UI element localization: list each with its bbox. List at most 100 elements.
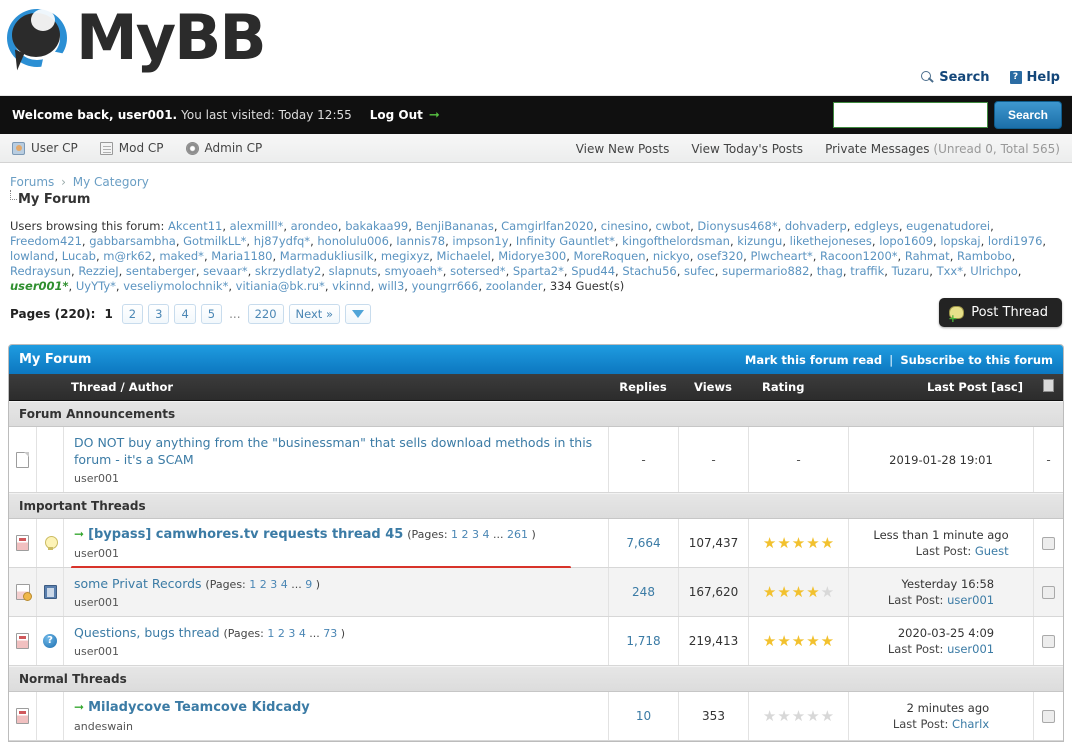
browsing-user[interactable]: Iannis78 <box>396 234 445 248</box>
subscribe-forum-link[interactable]: Subscribe to this forum <box>900 353 1053 367</box>
browsing-user[interactable]: Maria1180 <box>211 249 272 263</box>
last-post-author-link[interactable]: Charlx <box>952 717 989 731</box>
browsing-user[interactable]: GotmilkLL* <box>183 234 246 248</box>
row-checkbox[interactable] <box>1042 536 1055 550</box>
thread-page-link[interactable]: 4 <box>483 528 490 541</box>
browsing-user[interactable]: arondeo <box>291 219 338 233</box>
thread-title-link[interactable]: some Privat Records <box>74 576 202 591</box>
goto-first-unread-icon[interactable]: ➞ <box>74 700 84 714</box>
rating-stars[interactable]: ★ ★ ★ ★ ★ <box>763 535 834 551</box>
thread-page-link[interactable]: 1 <box>249 578 256 591</box>
page-5-button[interactable]: 5 <box>200 304 223 324</box>
browsing-user[interactable]: youngrr666 <box>412 279 479 293</box>
nav-user-cp[interactable]: User CP <box>12 141 78 155</box>
mark-forum-read-link[interactable]: Mark this forum read <box>745 353 882 367</box>
thread-page-link[interactable]: 3 <box>288 627 295 640</box>
browsing-user[interactable]: Plwcheart* <box>750 249 812 263</box>
browsing-user[interactable]: skrzydlaty2 <box>255 264 321 278</box>
thread-page-link[interactable]: 2 <box>462 528 469 541</box>
page-next-button[interactable]: Next » <box>288 304 340 324</box>
browsing-user[interactable]: vitiania@bk.ru* <box>236 279 325 293</box>
thread-page-link-last[interactable]: 261 <box>507 528 528 541</box>
browsing-user[interactable]: sevaar* <box>203 264 247 278</box>
thread-page-link[interactable]: 2 <box>278 627 285 640</box>
thread-title-link[interactable]: [bypass] camwhores.tv requests thread 45 <box>88 527 403 542</box>
rating-stars[interactable]: ★ ★ ★ ★ ★ <box>763 708 834 724</box>
header-thread-author[interactable]: Thread / Author <box>63 380 608 394</box>
row-checkbox[interactable] <box>1042 634 1055 648</box>
logout-link[interactable]: Log Out ➞ <box>370 108 440 123</box>
browsing-user[interactable]: Rahmat <box>905 249 950 263</box>
browsing-user[interactable]: RezzieJ <box>78 264 118 278</box>
replies-count[interactable]: 7,664 <box>626 536 660 550</box>
browsing-user[interactable]: Akcent11 <box>168 219 222 233</box>
table-row[interactable]: ➞ Miladycove Teamcove Kidcady andeswain 10 3… <box>9 692 1063 741</box>
thread-author-link[interactable]: user001 <box>74 472 600 485</box>
browsing-user[interactable]: megixyz <box>381 249 429 263</box>
thread-page-link[interactable]: 2 <box>260 578 267 591</box>
browsing-user[interactable]: Michaelel <box>437 249 491 263</box>
breadcrumb-forums[interactable]: Forums <box>10 175 54 189</box>
row-select-cell[interactable] <box>1033 692 1063 740</box>
thread-page-link[interactable]: 1 <box>451 528 458 541</box>
browsing-user[interactable]: bakakaa99 <box>345 219 408 233</box>
browsing-user[interactable]: honolulu006 <box>317 234 389 248</box>
nav-mod-cp[interactable]: Mod CP <box>99 141 164 155</box>
header-views[interactable]: Views <box>678 380 748 394</box>
browsing-user[interactable]: cwbot <box>656 219 691 233</box>
nav-view-todays-posts[interactable]: View Today's Posts <box>691 142 803 156</box>
browsing-user[interactable]: Redraysun <box>10 264 71 278</box>
thread-page-link-last[interactable]: 9 <box>305 578 312 591</box>
browsing-user[interactable]: Spud44 <box>571 264 615 278</box>
thread-author-link[interactable]: andeswain <box>74 720 600 733</box>
last-post-author-link[interactable]: Guest <box>975 544 1009 558</box>
rating-cell[interactable]: - <box>748 427 848 492</box>
browsing-user[interactable]: sentaberger <box>126 264 196 278</box>
browsing-user[interactable]: osef320 <box>697 249 743 263</box>
header-help-link[interactable]: ? Help <box>1009 70 1060 85</box>
browsing-user[interactable]: MoreRoquen <box>574 249 646 263</box>
replies-count[interactable]: 1,718 <box>626 634 660 648</box>
nav-view-new-posts[interactable]: View New Posts <box>576 142 670 156</box>
browsing-user[interactable]: lowland <box>10 249 54 263</box>
table-row[interactable]: some Privat Records (Pages: 1 2 3 4 ... … <box>9 568 1063 617</box>
browsing-user[interactable]: kingofthelordsman <box>622 234 730 248</box>
page-4-button[interactable]: 4 <box>174 304 196 324</box>
browsing-user[interactable]: lopskaj <box>940 234 980 248</box>
row-checkbox[interactable] <box>1042 585 1055 599</box>
browsing-user[interactable]: Rambobo <box>957 249 1012 263</box>
browsing-user[interactable]: Marmadukliusilk <box>280 249 374 263</box>
row-select-cell[interactable] <box>1033 617 1063 665</box>
browsing-user[interactable]: Racoon1200* <box>820 249 898 263</box>
browsing-user[interactable]: will3 <box>378 279 404 293</box>
browsing-user[interactable]: gabbarsambha <box>89 234 176 248</box>
rating-cell[interactable]: ★ ★ ★ ★ ★ <box>748 568 848 616</box>
browsing-user[interactable]: kizungu <box>737 234 782 248</box>
row-select-cell[interactable]: - <box>1033 427 1063 492</box>
page-3-button[interactable]: 3 <box>148 304 170 324</box>
browsing-user[interactable]: Tuzaru <box>892 264 930 278</box>
rating-stars[interactable]: ★ ★ ★ ★ ★ <box>763 633 834 649</box>
thread-title-link[interactable]: Miladycove Teamcove Kidcady <box>88 700 310 715</box>
last-post-author-link[interactable]: user001 <box>947 593 994 607</box>
browsing-user[interactable]: Lucab <box>62 249 96 263</box>
browsing-user[interactable]: Txx* <box>937 264 963 278</box>
browsing-user[interactable]: Camgirlfan2020 <box>501 219 593 233</box>
last-post-author-link[interactable]: user001 <box>947 642 994 656</box>
browsing-user[interactable]: lordi1976 <box>988 234 1043 248</box>
browsing-user[interactable]: lopo1609 <box>879 234 933 248</box>
thread-author-link[interactable]: user001 <box>74 645 600 658</box>
goto-first-unread-icon[interactable]: ➞ <box>74 527 84 541</box>
browsing-user[interactable]: thag <box>817 264 843 278</box>
row-select-cell[interactable] <box>1033 519 1063 567</box>
row-checkbox[interactable] <box>1042 709 1055 723</box>
browsing-user[interactable]: zoolander <box>486 279 543 293</box>
browsing-user[interactable]: veseliymolochnik* <box>123 279 228 293</box>
browsing-user[interactable]: vkinnd <box>332 279 371 293</box>
header-rating[interactable]: Rating <box>748 380 848 394</box>
header-replies[interactable]: Replies <box>608 380 678 394</box>
rating-stars[interactable]: ★ ★ ★ ★ ★ <box>763 584 834 600</box>
browsing-user[interactable]: impson1y <box>452 234 508 248</box>
nav-admin-cp[interactable]: Admin CP <box>185 141 262 155</box>
table-row[interactable]: ➞ [bypass] camwhores.tv requests thread 4… <box>9 519 1063 569</box>
